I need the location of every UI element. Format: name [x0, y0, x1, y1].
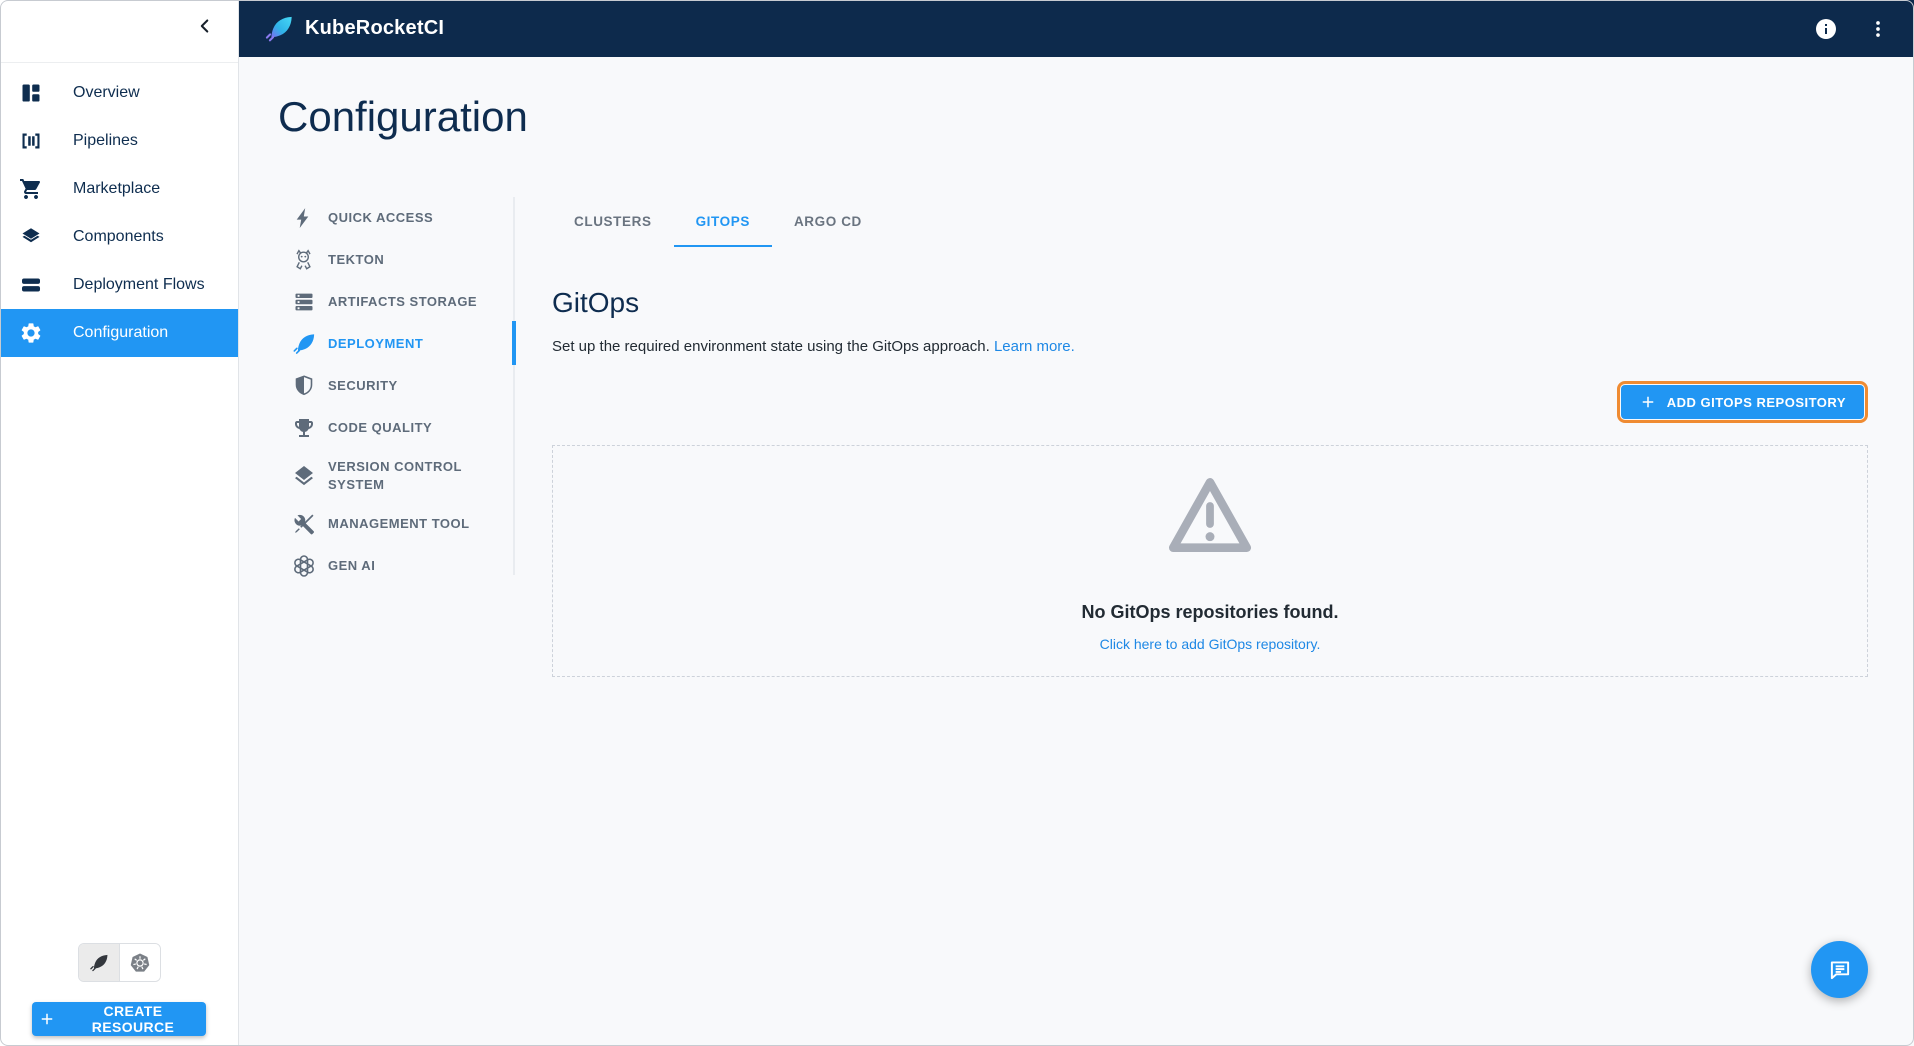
rocket-view-toggle-button[interactable] [79, 944, 119, 981]
menu-item-deployment[interactable]: DEPLOYMENT [292, 323, 508, 365]
components-icon [19, 225, 43, 249]
sidebar-collapse-button[interactable] [186, 7, 224, 45]
learn-more-link[interactable]: Learn more. [994, 338, 1075, 355]
sidebar-item-marketplace[interactable]: Marketplace [0, 165, 238, 213]
menu-item-label: CODE QUALITY [328, 419, 432, 437]
menu-item-label: TEKTON [328, 251, 384, 269]
sidebar-item-label: Components [73, 228, 164, 246]
trophy-icon [292, 416, 316, 440]
menu-item-version-control-system[interactable]: VERSION CONTROL SYSTEM [292, 449, 508, 503]
menu-item-gen-ai[interactable]: GEN AI [292, 545, 508, 587]
sidebar-item-deployment-flows[interactable]: Deployment Flows [0, 261, 238, 309]
gen-ai-icon [292, 554, 316, 578]
gear-icon [19, 321, 43, 345]
view-mode-toggle [78, 943, 161, 982]
plus-icon [1639, 393, 1657, 411]
shield-icon [292, 374, 316, 398]
main-content: Configuration QUICK ACCESS TEKTON [238, 57, 1914, 1046]
sidebar-nav: Overview Pipelines Marketplace Component… [0, 63, 238, 357]
header-actions [1806, 9, 1898, 49]
empty-state-panel: No GitOps repositories found. Click here… [552, 445, 1868, 677]
app-header: KubeRocketCI [238, 0, 1914, 57]
menu-item-tekton[interactable]: TEKTON [292, 239, 508, 281]
pipelines-icon [19, 129, 43, 153]
menu-item-quick-access[interactable]: QUICK ACCESS [292, 197, 508, 239]
menu-item-artifacts-storage[interactable]: ARTIFACTS STORAGE [292, 281, 508, 323]
create-resource-label: CREATE RESOURCE [66, 1003, 200, 1035]
description-text: Set up the required environment state us… [552, 338, 990, 355]
tab-bar: CLUSTERS GITOPS ARGO CD [552, 197, 1868, 247]
menu-item-label: MANAGEMENT TOOL [328, 515, 470, 533]
menu-item-label: GEN AI [328, 557, 375, 575]
deployment-flows-icon [19, 273, 43, 297]
overview-icon [19, 81, 43, 105]
sidebar-item-label: Deployment Flows [73, 276, 205, 294]
page-title: Configuration [278, 93, 528, 141]
kubernetes-view-toggle-button[interactable] [119, 944, 160, 981]
tab-label: GITOPS [696, 214, 750, 229]
add-gitops-repository-button[interactable]: ADD GITOPS REPOSITORY [1621, 385, 1864, 419]
sidebar-item-components[interactable]: Components [0, 213, 238, 261]
kebab-menu-button[interactable] [1858, 9, 1898, 49]
create-resource-button[interactable]: CREATE RESOURCE [32, 1002, 206, 1036]
kuberocketci-logo-icon [264, 14, 294, 44]
empty-state-title: No GitOps repositories found. [1081, 602, 1338, 623]
tab-argo-cd[interactable]: ARGO CD [772, 197, 884, 247]
info-button[interactable] [1806, 9, 1846, 49]
empty-state-add-link[interactable]: Click here to add GitOps repository. [1100, 636, 1321, 652]
sidebar-item-configuration[interactable]: Configuration [0, 309, 238, 357]
menu-divider [513, 197, 515, 575]
menu-item-label: QUICK ACCESS [328, 209, 433, 227]
sidebar-item-pipelines[interactable]: Pipelines [0, 117, 238, 165]
menu-item-label: SECURITY [328, 377, 398, 395]
sidebar-item-label: Marketplace [73, 180, 160, 198]
tab-gitops[interactable]: GITOPS [674, 197, 772, 247]
section-description: Set up the required environment state us… [552, 338, 1868, 355]
menu-item-security[interactable]: SECURITY [292, 365, 508, 407]
gitops-content: CLUSTERS GITOPS ARGO CD GitOps Set up th… [552, 197, 1868, 677]
sidebar-header [0, 0, 238, 63]
warning-triangle-icon [1157, 466, 1263, 564]
storage-icon [292, 290, 316, 314]
menu-item-label: ARTIFACTS STORAGE [328, 293, 477, 311]
chevron-left-icon [194, 15, 216, 37]
sidebar: Overview Pipelines Marketplace Component… [0, 0, 239, 1046]
menu-item-code-quality[interactable]: CODE QUALITY [292, 407, 508, 449]
actions-row: ADD GITOPS REPOSITORY [552, 381, 1868, 423]
menu-item-label: VERSION CONTROL SYSTEM [328, 458, 498, 494]
sidebar-item-overview[interactable]: Overview [0, 69, 238, 117]
chat-fab-button[interactable] [1811, 941, 1868, 998]
tab-label: ARGO CD [794, 214, 862, 229]
menu-selected-indicator [512, 321, 516, 365]
info-icon [1814, 17, 1838, 41]
section-title: GitOps [552, 287, 1868, 319]
chat-icon [1827, 957, 1853, 983]
tab-clusters[interactable]: CLUSTERS [552, 197, 674, 247]
plus-icon [38, 1010, 56, 1028]
configuration-menu: QUICK ACCESS TEKTON ARTIFAC [292, 197, 508, 587]
rocket-icon [89, 953, 109, 973]
tab-label: CLUSTERS [574, 214, 652, 229]
sidebar-item-label: Pipelines [73, 132, 138, 150]
rocket-icon [292, 332, 316, 356]
tools-icon [292, 512, 316, 536]
menu-item-label: DEPLOYMENT [328, 335, 423, 353]
menu-item-management-tool[interactable]: MANAGEMENT TOOL [292, 503, 508, 545]
kebab-menu-icon [1867, 18, 1889, 40]
add-gitops-repository-label: ADD GITOPS REPOSITORY [1667, 395, 1846, 410]
kubernetes-icon [129, 952, 151, 974]
app-title: KubeRocketCI [305, 17, 444, 40]
sidebar-footer: CREATE RESOURCE [0, 943, 238, 1046]
layers-icon [292, 464, 316, 488]
tutorial-highlight-ring: ADD GITOPS REPOSITORY [1617, 381, 1868, 423]
sidebar-item-label: Overview [73, 84, 140, 102]
cart-icon [19, 177, 43, 201]
sidebar-item-label: Configuration [73, 324, 168, 342]
tekton-cat-icon [292, 248, 316, 272]
bolt-icon [292, 206, 316, 230]
